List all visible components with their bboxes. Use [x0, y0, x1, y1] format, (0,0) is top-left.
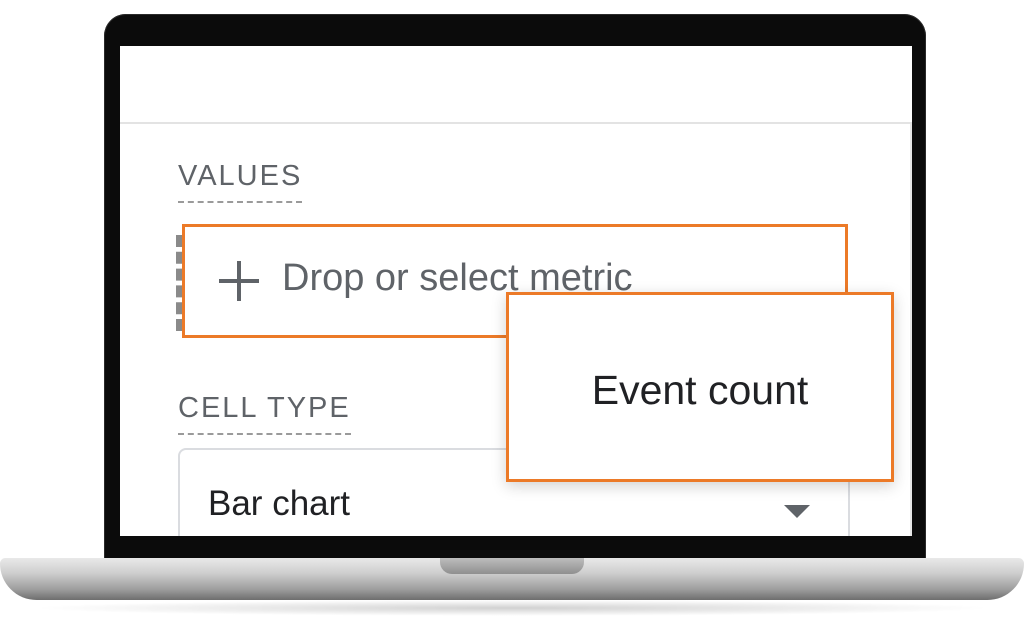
panel-divider [910, 124, 912, 536]
header-area [120, 46, 912, 124]
event-count-label: Event count [591, 367, 809, 413]
cell-type-selected-value: Bar chart [208, 484, 350, 523]
laptop-shadow [30, 600, 994, 616]
app-screen: VALUES Drop or select metric CELL TYPE B… [120, 46, 912, 536]
cell-type-section-label: CELL TYPE [178, 392, 351, 435]
drop-zone-dashed-edge [176, 235, 182, 331]
event-count-chip[interactable]: Event count [506, 292, 894, 482]
plus-icon [219, 261, 259, 301]
laptop-base-notch [440, 558, 584, 574]
chevron-down-icon[interactable] [784, 505, 810, 518]
values-section-label: VALUES [178, 160, 303, 203]
